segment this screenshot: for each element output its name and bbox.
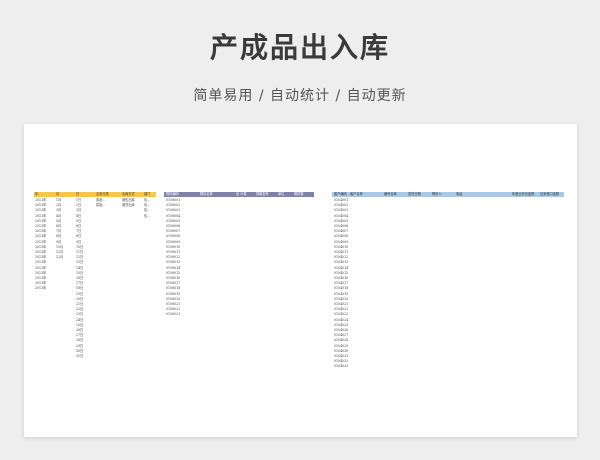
header-opening-qty: 期初数 [294, 192, 304, 196]
header-unit-measure: 品 计量 [236, 192, 247, 196]
day-cell: 31日 [76, 354, 84, 358]
table1-header: 年 月 日 业务分类 出库方式 部门 [34, 192, 156, 197]
header-annual-amount: 年度业务总金额 [512, 192, 535, 196]
method-cell: 退货出库 [122, 203, 135, 208]
header-phone: 电话 [456, 192, 463, 196]
spreadsheet-preview: 年 月 日 业务分类 出库方式 部门 2013年 2013年 2013年 2013年 2… [24, 124, 577, 437]
year-cell: 2013年 [35, 286, 47, 291]
page-subtitle: 简单易用 / 自动统计 / 自动更新 [193, 88, 407, 104]
header-material-code: 物料编码 [166, 192, 179, 196]
header-number-name: 编号名称 [384, 192, 397, 196]
header-unit: 单位 [278, 192, 285, 196]
category-cell: 成品... [96, 203, 106, 208]
header-year: 年 [35, 192, 39, 196]
header-day: 日 [76, 192, 80, 196]
table2-header: 物料编码 物料名称 品 计量 规格型号 单位 期初数 [164, 192, 314, 197]
header-category: 业务分类 [96, 192, 109, 196]
header-month: 月 [56, 192, 60, 196]
header-method: 出库方式 [122, 192, 135, 196]
header-customer-name: 客户名称 [350, 192, 363, 196]
material-code-cell: 0108023 [166, 312, 181, 317]
header-customer-code: 客户编码 [334, 192, 347, 196]
header-contact: 联系人 [432, 192, 442, 196]
header-department: 部门 [144, 192, 151, 196]
customer-code-cell: 0104033 [334, 364, 349, 369]
table3-header: 客户编码 客户名称 编号名称 发货日期 联系人 电话 年度业务总金额 往来借口金… [332, 192, 564, 197]
page-title: 产成品出入库 [209, 31, 390, 64]
department-cell: 包... [144, 213, 151, 218]
header-spec: 规格型号 [256, 192, 269, 196]
header-material-name: 物料名称 [200, 192, 213, 196]
header-transfer-amount: 往来借口金额 [540, 192, 560, 196]
header-ship-date: 发货日期 [408, 192, 421, 196]
month-cell: 12月 [56, 255, 64, 260]
